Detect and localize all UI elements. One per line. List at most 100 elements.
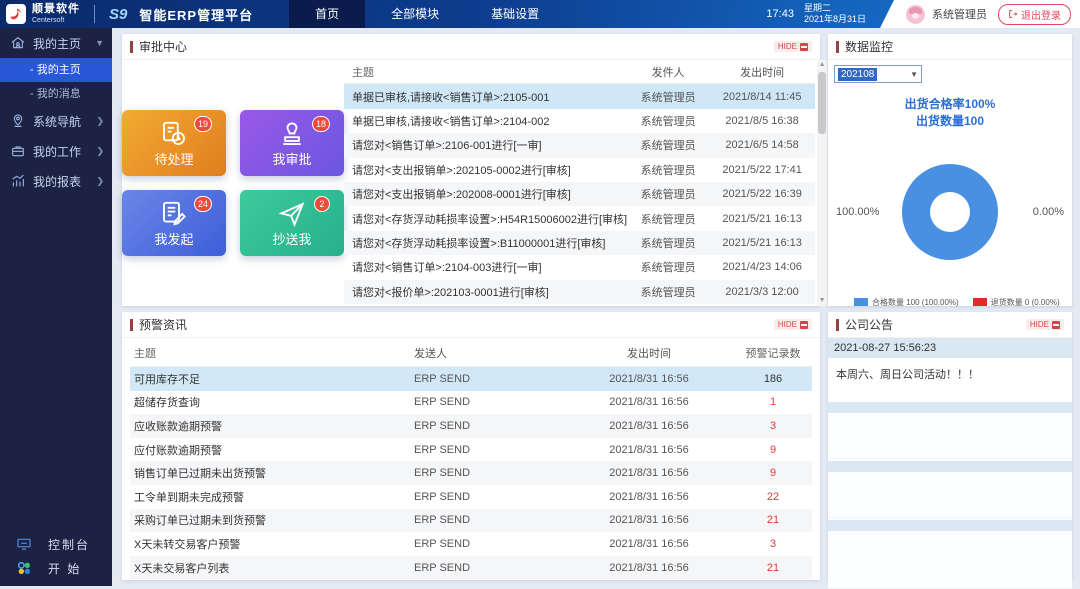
table-row[interactable]: 工令单到期未完成预警 ERP SEND 2021/8/31 16:56 22 [130,485,812,509]
cell-time: 2021/5/22 17:41 [722,163,802,176]
cell-count: 22 [766,490,780,503]
sidebar-group-home[interactable]: 我的主页 ▼ [0,28,112,58]
table-row[interactable]: 请您对<存货浮动耗损率设置>:B11000001进行[审核] 系统管理员 202… [344,230,816,256]
tile-my-approvals[interactable]: 18 我审批 [240,110,344,176]
table-row[interactable]: 应收账款逾期预警 ERP SEND 2021/8/31 16:56 3 [130,414,812,438]
tile-initiated-by-me[interactable]: 24 我发起 [122,190,226,256]
vertical-scrollbar[interactable]: ▲ ▼ [817,60,828,306]
my-approvals-badge: 18 [311,116,330,132]
cell-subject: 单据已审核,请接收<销售订单>:2105-001 [352,91,550,104]
cell-subject: X天未转交易客户预警 [134,538,241,551]
cell-time: 2021/5/21 16:13 [722,236,802,249]
table-row[interactable]: 超储存货查询 ERP SEND 2021/8/31 16:56 1 [130,391,812,415]
sidebar-item-my-home[interactable]: 我的主页 [0,58,112,82]
cell-subject: 请您对<存货浮动耗损率设置>:H54R15006002进行[审核] [352,213,628,226]
cell-time: 2021/8/14 11:45 [722,90,802,103]
panel-accent-bar [836,318,839,331]
nav-all-modules[interactable]: 全部模块 [365,0,465,28]
logout-button[interactable]: 退出登录 [998,3,1071,25]
chart-legend: 合格数量 100 (100.00%) 退货数量 0 (0.00%) [828,287,1072,308]
legend-swatch-red [972,298,987,307]
nav-home[interactable]: 首页 [289,0,366,28]
period-select[interactable]: 202108 ▼ [834,65,922,83]
table-row[interactable]: 采购订单已过期未到货预警 ERP SEND 2021/8/31 16:56 21 [130,508,812,533]
approval-hide-button[interactable]: HIDE [773,41,812,52]
cell-time: 2021/5/21 16:13 [722,212,802,225]
sidebar-group-my-reports[interactable]: 我的报表 ❯ [0,166,112,196]
alerts-panel-title: 预警资讯 [139,318,188,332]
scroll-down-icon[interactable]: ▼ [817,296,827,306]
table-row[interactable]: 销售订单已过期未出货预警 ERP SEND 2021/8/31 16:56 9 [130,461,812,485]
cell-subject: 采购订单已过期未到货预警 [134,515,266,528]
tile-cc-me[interactable]: 2 抄送我 [240,190,344,256]
cc-badge: 2 [314,196,330,212]
table-row[interactable]: 单据已审核,请接收<销售订单>:2104-002 系统管理员 2021/8/5 … [344,109,815,133]
cell-time: 2021/8/31 16:56 [609,396,689,409]
cell-subject: 请您对<报价单>:202103-0001进行[审核] [352,286,549,299]
approval-tiles: 19 待处理 18 我审批 24 我发起 2 抄送我 [122,60,344,306]
table-row[interactable]: 请您对<销售订单>:2104-003进行[一审] 系统管理员 2021/4/23… [344,255,815,279]
table-row[interactable]: 请您对<报价单>:202103-0001进行[审核] 系统管理员 2021/3/… [344,279,816,304]
panel-accent-bar [836,40,839,53]
cell-time: 2021/8/31 16:56 [609,537,689,550]
table-row[interactable]: X天未转交易客户预警 ERP SEND 2021/8/31 16:56 3 [130,532,812,556]
brand-logo: 顺景软件 Centersoft S9 智能ERP管理平台 [0,4,253,24]
table-row[interactable]: 应付账款逾期预警 ERP SEND 2021/8/31 16:56 9 [130,438,812,462]
paper-plane-icon [278,202,305,228]
alerts-table: 主题 发送人 发出时间 预警记录数 可用库存不足 ERP SEND 2021/8… [122,338,820,580]
nav-basic-settings[interactable]: 基础设置 [465,0,565,28]
scroll-thumb[interactable] [818,72,827,134]
announcement-empty [828,531,1072,589]
legend-returned: 退货数量 0 (0.00%) [972,297,1060,308]
s9-logo: S9 [109,5,128,23]
cell-count: 1 [769,396,777,409]
announcement-content[interactable]: 本周六、周日公司活动！！！ [828,358,1072,400]
sidebar-item-my-messages[interactable]: 我的消息 [0,82,112,106]
donut-right-label: 0.00% [1032,205,1064,218]
table-row[interactable]: 请您对<支出报销单>:202008-0001进行[审核] 系统管理员 2021/… [344,181,816,207]
announcement-timestamp: 2021-08-27 15:56:23 [828,338,1072,358]
avatar[interactable] [906,4,925,24]
table-row[interactable]: 请您对<销售订单>:2106-001进行[一审] 系统管理员 2021/6/5 … [344,133,816,158]
table-row[interactable]: X天未交易客户列表 ERP SEND 2021/8/31 16:56 21 [130,555,812,580]
table-row[interactable]: 可用库存不足 ERP SEND 2021/8/31 16:56 186 [130,367,812,391]
chevron-down-icon: ▼ [910,69,918,79]
table-row[interactable]: 请您对<支出报销单>:202105-0002进行[审核] 系统管理员 2021/… [344,158,815,182]
chevron-right-icon: ❯ [96,175,104,186]
monitor-panel-title: 数据监控 [845,40,894,54]
table-row[interactable]: 单据已审核,请接收<销售订单>:2105-001 系统管理员 2021/8/14… [344,84,816,109]
cell-count: 186 [763,372,783,385]
user-name: 系统管理员 [932,9,987,21]
date: 2021年8月31日 [803,14,866,24]
start-button[interactable]: 开 始 [0,556,112,580]
sidebar: 我的主页 ▼ 我的主页 我的消息 系统导航 ❯ 我的工作 ❯ 我的报表 ❯ 控制… [0,28,112,586]
cell-count: 21 [766,514,780,527]
cell-subject: 超储存货查询 [134,397,200,410]
cell-time: 2021/8/31 16:56 [609,561,689,574]
weekday: 星期二 [803,2,831,13]
table-row[interactable]: 请您对<存货浮动耗损率设置>:H54R15006002进行[审核] 系统管理员 … [344,206,815,230]
cell-sender: 系统管理员 [640,213,696,226]
cell-subject: 请您对<存货浮动耗损率设置>:B11000001进行[审核] [352,237,606,250]
cell-sender: ERP SEND [414,514,471,527]
alerts-hide-button[interactable]: HIDE [773,319,812,330]
announcements-hide-button[interactable]: HIDE [1025,319,1064,330]
tile-pending[interactable]: 19 待处理 [122,110,226,176]
chevron-down-icon: ▼ [95,38,104,48]
sidebar-group-system-nav[interactable]: 系统导航 ❯ [0,106,112,136]
console-button[interactable]: 控制台 [0,532,112,556]
location-pin-icon [13,114,23,128]
approval-rows: 单据已审核,请接收<销售订单>:2105-001 系统管理员 2021/8/14… [344,84,816,304]
todo-clock-icon [163,121,185,145]
cell-count: 9 [769,467,777,480]
console-icon [17,538,31,550]
cell-sender: 系统管理员 [640,189,696,202]
sidebar-group-my-work[interactable]: 我的工作 ❯ [0,136,112,166]
cell-subject: 销售订单已过期未出货预警 [134,468,266,481]
cell-time: 2021/8/31 16:56 [609,490,689,503]
cell-sender: 系统管理员 [640,140,696,153]
cell-sender: 系统管理员 [640,286,696,299]
scroll-up-icon[interactable]: ▲ [817,60,827,70]
cell-count: 9 [769,443,777,456]
product-title: 智能ERP管理平台 [139,7,254,23]
